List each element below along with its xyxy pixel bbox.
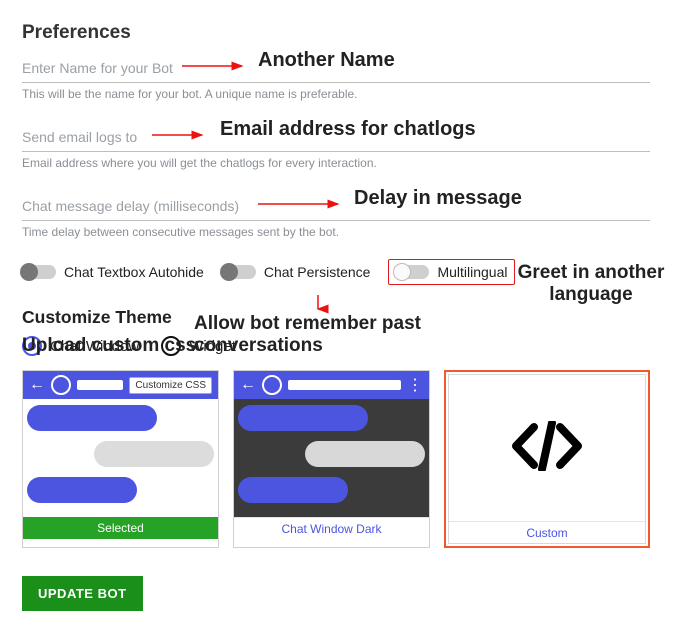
annotation-delay: Delay in message: [354, 187, 522, 210]
chat-bubble: [305, 441, 425, 467]
back-icon: ←: [240, 376, 256, 394]
chat-title-bar: [77, 380, 123, 390]
chat-title-bar: [288, 380, 401, 390]
theme-preview-dark: ← ⋮: [234, 371, 429, 517]
email-field: Email address where you will get the cha…: [22, 123, 650, 170]
update-bot-button[interactable]: UPDATE BOT: [22, 576, 143, 611]
chat-bubble: [27, 405, 157, 431]
toggle-autohide-label: Chat Textbox Autohide: [64, 264, 204, 280]
delay-field: Time delay between consecutive messages …: [22, 192, 650, 239]
arrow-icon: [152, 128, 212, 147]
avatar-icon: [262, 375, 282, 395]
bot-name-helper: This will be the name for your bot. A un…: [22, 87, 650, 101]
theme-caption-selected: Selected: [23, 517, 218, 539]
annotation-email: Email address for chatlogs: [220, 118, 476, 141]
toggle-autohide[interactable]: Chat Textbox Autohide: [22, 264, 204, 280]
toggle-multilingual[interactable]: Multilingual: [388, 259, 514, 285]
customize-css-button[interactable]: Customize CSS: [129, 377, 212, 394]
chat-bubble: [238, 405, 368, 431]
theme-preview-light: ← Customize CSS: [23, 371, 218, 517]
theme-card-light[interactable]: ← Customize CSS Selected: [22, 370, 219, 548]
delay-helper: Time delay between consecutive messages …: [22, 225, 650, 239]
chat-bubble: [27, 477, 137, 503]
annotation-greet: Greet in another language: [511, 262, 671, 306]
chat-bubble: [94, 441, 214, 467]
theme-card-dark[interactable]: ← ⋮ Chat Window Dark: [233, 370, 430, 548]
page-title: Preferences: [22, 22, 650, 44]
chat-bubble: [238, 477, 348, 503]
bot-name-field: This will be the name for your bot. A un…: [22, 54, 650, 101]
avatar-icon: [51, 375, 71, 395]
theme-caption-custom: Custom: [449, 521, 645, 543]
back-icon: ←: [29, 376, 45, 394]
arrow-icon: [182, 59, 252, 78]
theme-caption-dark: Chat Window Dark: [234, 517, 429, 539]
annotation-name: Another Name: [258, 49, 395, 72]
more-icon: ⋮: [407, 375, 423, 395]
arrow-icon: [258, 197, 348, 216]
theme-card-custom[interactable]: Custom: [448, 374, 646, 544]
theme-preview-custom: [449, 375, 645, 521]
annotation-upload: Upload custom css: [22, 335, 196, 357]
toggle-persistence-label: Chat Persistence: [264, 264, 371, 280]
email-helper: Email address where you will get the cha…: [22, 156, 650, 170]
annotation-remember: Allow bot remember past conversations: [194, 313, 424, 357]
theme-custom-highlight: Custom: [444, 370, 650, 548]
code-icon: [512, 421, 582, 476]
toggle-multilingual-label: Multilingual: [437, 264, 507, 280]
toggle-persistence[interactable]: Chat Persistence: [222, 264, 371, 280]
